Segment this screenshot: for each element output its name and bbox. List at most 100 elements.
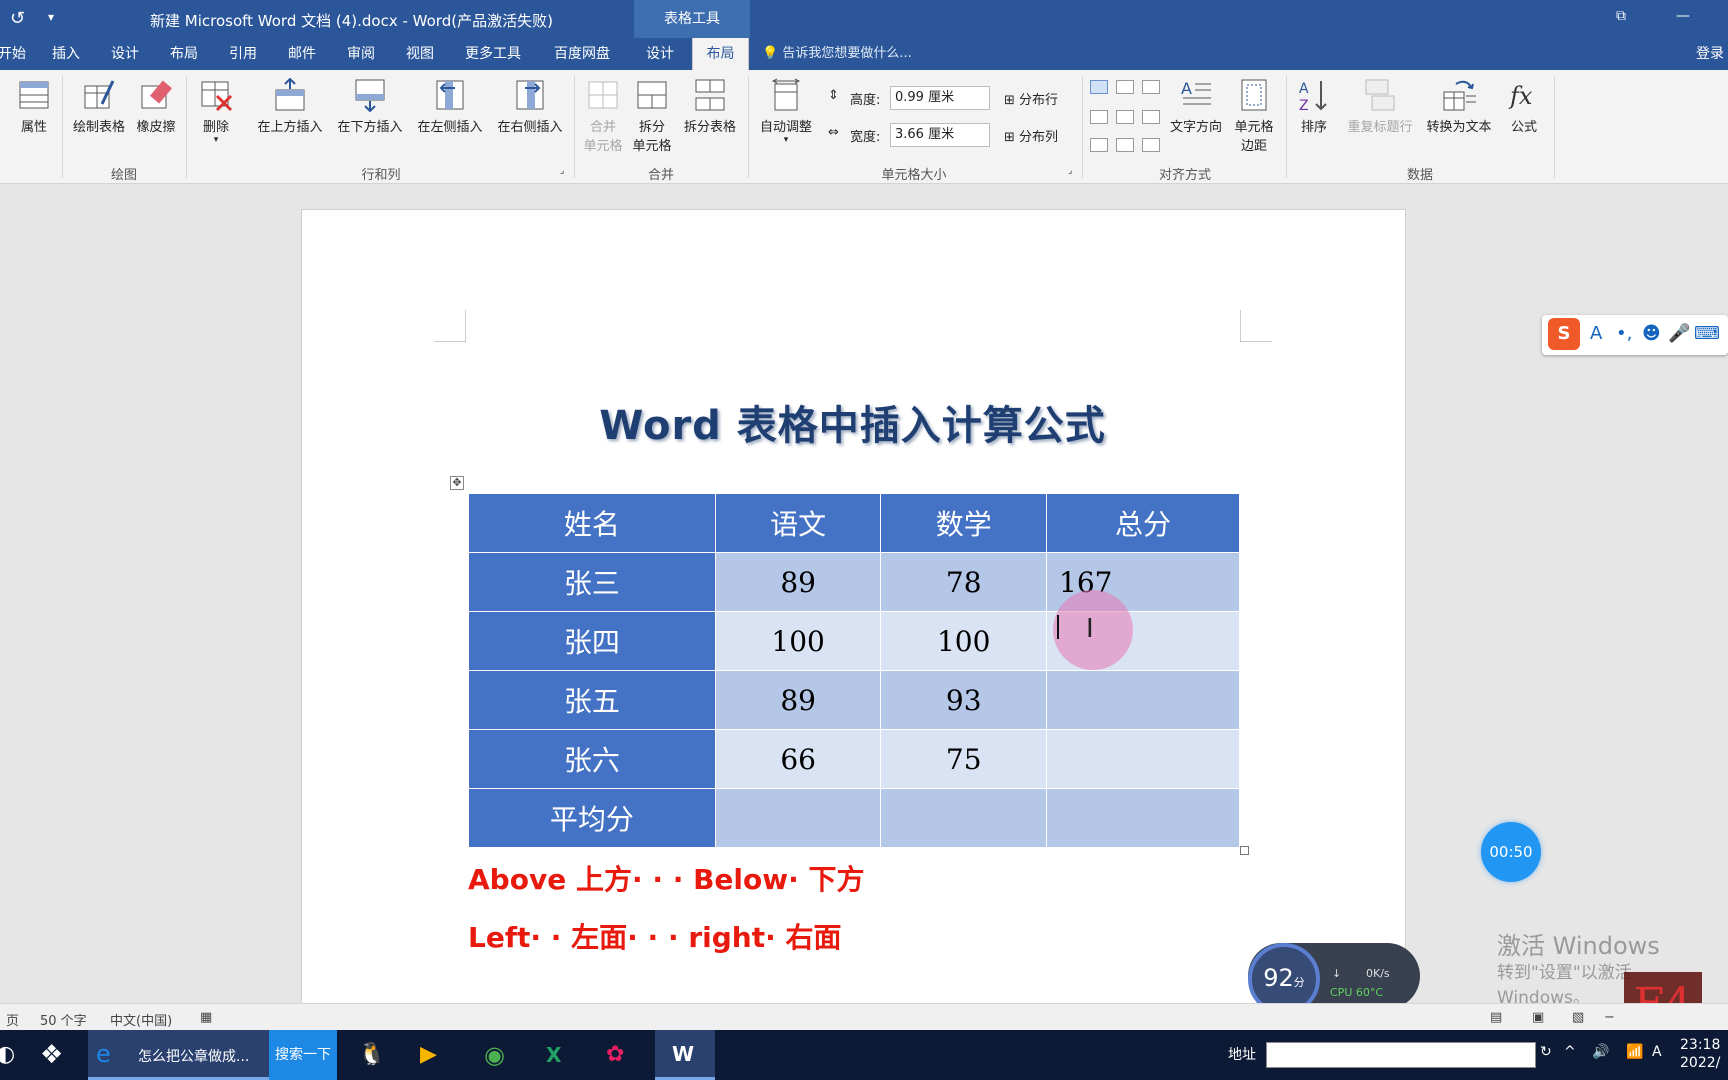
taskbar-word-window[interactable]: W <box>655 1030 715 1080</box>
table-cell[interactable]: 张五 <box>468 670 716 730</box>
tab-table-layout[interactable]: 布局 <box>692 38 749 70</box>
tab-design[interactable]: 设计 <box>105 38 145 70</box>
align-bottom-center-button[interactable] <box>1116 138 1134 152</box>
network-icon[interactable]: 📶 <box>1626 1044 1643 1060</box>
align-top-right-button[interactable] <box>1142 80 1160 94</box>
read-mode-icon[interactable]: ▤ <box>1490 1010 1502 1025</box>
properties-button[interactable]: 属性 <box>14 78 54 135</box>
app-pinned-icon[interactable]: ❖ <box>40 1030 76 1080</box>
ribbon-display-options-icon[interactable]: ⧉ <box>1616 8 1626 24</box>
header-total[interactable]: 总分 <box>1046 493 1240 553</box>
row-height-field[interactable]: 0.99 厘米 <box>890 86 990 110</box>
autofit-button[interactable]: 自动调整 ▾ <box>754 78 818 145</box>
table-cell[interactable]: 张四 <box>468 611 716 671</box>
tab-insert[interactable]: 插入 <box>46 38 86 70</box>
recording-timer[interactable]: 00:50 <box>1481 822 1541 882</box>
status-page[interactable]: 页 <box>6 1010 19 1029</box>
ime-mode-letter[interactable]: A <box>1590 323 1602 344</box>
header-chinese[interactable]: 语文 <box>714 493 882 553</box>
align-bottom-left-button[interactable] <box>1090 138 1108 152</box>
video-player-icon[interactable]: ▶ <box>420 1030 460 1080</box>
align-middle-right-button[interactable] <box>1142 110 1160 124</box>
align-middle-center-button[interactable] <box>1116 110 1134 124</box>
table-move-handle-icon[interactable]: ✥ <box>450 476 464 490</box>
table-cell[interactable]: 75 <box>880 729 1047 789</box>
qat-dropdown-icon[interactable]: ▾ <box>48 10 54 24</box>
insert-below-button[interactable]: 在下方插入 <box>330 78 410 135</box>
insert-right-button[interactable]: 在右侧插入 <box>490 78 570 135</box>
login-link[interactable]: 登录 <box>1696 38 1728 70</box>
insert-left-button[interactable]: 在左侧插入 <box>410 78 490 135</box>
print-layout-icon[interactable]: ▣ <box>1532 1010 1544 1025</box>
distribute-rows-button[interactable]: ⊞ 分布行 <box>1004 89 1058 108</box>
table-cell[interactable]: 张六 <box>468 729 716 789</box>
tab-review[interactable]: 审阅 <box>341 38 381 70</box>
delete-button[interactable]: 删除 ▾ <box>192 78 240 145</box>
header-math[interactable]: 数学 <box>880 493 1047 553</box>
refresh-icon[interactable]: ↻ <box>1540 1044 1552 1060</box>
split-cells-button[interactable]: 拆分 单元格 <box>628 78 676 154</box>
align-top-left-button[interactable] <box>1090 80 1108 94</box>
taskbar-ie-window[interactable]: e 怎么把公章做成... <box>88 1030 269 1080</box>
qq-icon[interactable]: 🐧 <box>358 1030 398 1080</box>
split-table-button[interactable]: 拆分表格 <box>678 78 742 135</box>
dialog-launcher-icon[interactable]: ⌟ <box>1068 166 1072 176</box>
tab-baidu-netdisk[interactable]: 百度网盘 <box>548 38 616 70</box>
tab-layout[interactable]: 布局 <box>164 38 204 70</box>
cell-margins-button[interactable]: 单元格 边距 <box>1228 78 1280 154</box>
taskbar-search-button[interactable]: 搜索一下 <box>269 1030 337 1080</box>
draw-table-button[interactable]: 绘制表格 <box>68 78 130 135</box>
convert-to-text-button[interactable]: 转换为文本 <box>1420 78 1498 135</box>
punctuation-icon[interactable]: •, <box>1616 323 1632 344</box>
table-cell[interactable] <box>1046 729 1240 789</box>
address-input[interactable] <box>1266 1042 1536 1068</box>
emoji-icon[interactable]: ☻ <box>1642 323 1661 344</box>
tab-table-design[interactable]: 设计 <box>640 38 680 70</box>
zoom-out-icon[interactable]: − <box>1604 1010 1615 1025</box>
table-cell[interactable]: 93 <box>880 670 1047 730</box>
tab-references[interactable]: 引用 <box>223 38 263 70</box>
microphone-icon[interactable]: 🎤 <box>1668 323 1690 344</box>
photo-app-icon[interactable]: ✿ <box>606 1030 646 1080</box>
table-cell[interactable] <box>880 788 1047 848</box>
col-width-field[interactable]: 3.66 厘米 <box>890 123 990 147</box>
table-cell[interactable]: 89 <box>714 552 882 612</box>
table-cell[interactable] <box>1046 670 1240 730</box>
align-bottom-right-button[interactable] <box>1142 138 1160 152</box>
table-resize-handle[interactable] <box>1240 846 1249 855</box>
tell-me-search[interactable]: 💡 告诉我您想要做什么... <box>762 38 912 70</box>
table-cell[interactable]: 66 <box>714 729 882 789</box>
table-cell[interactable]: 78 <box>880 552 1047 612</box>
repeat-header-rows-button[interactable]: 重复标题行 <box>1340 78 1420 135</box>
status-language[interactable]: 中文(中国) <box>110 1010 172 1029</box>
tab-view[interactable]: 视图 <box>400 38 440 70</box>
tab-home[interactable]: 开始 <box>0 38 32 70</box>
align-middle-left-button[interactable] <box>1090 110 1108 124</box>
table-cell[interactable]: 89 <box>714 670 882 730</box>
tray-chevron-up-icon[interactable]: ^ <box>1564 1044 1576 1060</box>
ime-indicator-icon[interactable]: A <box>1652 1044 1662 1060</box>
table-cell[interactable]: 平均分 <box>468 788 716 848</box>
start-icon[interactable]: ◐ <box>0 1030 16 1080</box>
table-cell[interactable]: 张三 <box>468 552 716 612</box>
tab-mailings[interactable]: 邮件 <box>282 38 322 70</box>
web-layout-icon[interactable]: ▧ <box>1572 1010 1584 1025</box>
system-clock[interactable]: 23:18 2022/ <box>1680 1036 1720 1072</box>
minimize-button[interactable]: — <box>1676 8 1690 24</box>
insert-above-button[interactable]: 在上方插入 <box>250 78 330 135</box>
keyboard-icon[interactable]: ⌨ <box>1694 323 1720 344</box>
table-cell[interactable]: 100 <box>714 611 882 671</box>
table-cell[interactable] <box>714 788 882 848</box>
eraser-button[interactable]: 橡皮擦 <box>132 78 180 135</box>
excel-icon[interactable]: X <box>546 1030 586 1080</box>
formula-button[interactable]: fx 公式 <box>1500 78 1548 135</box>
dialog-launcher-icon[interactable]: ⌟ <box>560 166 564 176</box>
merge-cells-button[interactable]: 合并 单元格 <box>580 78 626 154</box>
header-name[interactable]: 姓名 <box>468 493 716 553</box>
macro-record-icon[interactable]: ▦ <box>200 1010 212 1025</box>
tab-more-tools[interactable]: 更多工具 <box>459 38 527 70</box>
table-cell[interactable] <box>1046 788 1240 848</box>
text-direction-button[interactable]: A 文字方向 <box>1166 78 1226 135</box>
ime-toolbar[interactable]: S A •, ☻ 🎤 ⌨ <box>1542 315 1728 355</box>
align-top-center-button[interactable] <box>1116 80 1134 94</box>
